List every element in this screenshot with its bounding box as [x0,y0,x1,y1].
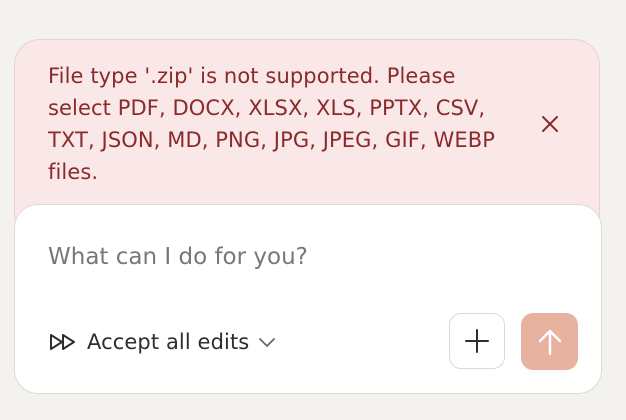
prompt-input[interactable] [48,237,568,277]
plus-icon [464,328,490,354]
send-button[interactable] [521,313,578,370]
error-message: File type '.zip' is not supported. Pleas… [48,64,495,184]
close-icon [540,114,560,134]
add-attachment-button[interactable] [449,313,505,369]
accept-all-edits-label: Accept all edits [87,330,250,354]
chat-panel: File type '.zip' is not supported. Pleas… [0,0,626,420]
accept-all-edits-dropdown[interactable]: Accept all edits [49,325,277,359]
message-composer: Accept all edits [14,204,602,394]
dismiss-error-button[interactable] [537,111,563,137]
fast-forward-icon [49,332,79,352]
chevron-down-icon [257,335,277,349]
arrow-up-icon [537,328,563,356]
